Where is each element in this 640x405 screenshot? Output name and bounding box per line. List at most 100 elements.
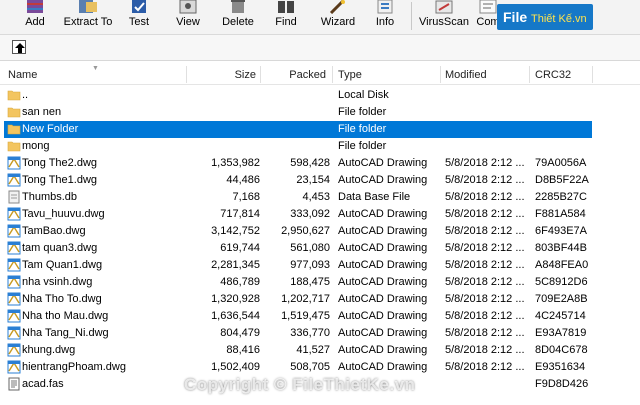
- test-button[interactable]: Test: [120, 0, 158, 34]
- file-crc32: 6F493E7A: [535, 225, 587, 237]
- file-size: 1,502,409: [211, 361, 260, 373]
- autocad-file-icon: [7, 343, 21, 357]
- view-button[interactable]: View: [168, 0, 208, 34]
- file-type: File folder: [338, 140, 387, 152]
- address-bar: [0, 35, 640, 61]
- file-row[interactable]: New Folder File folder: [4, 121, 592, 138]
- test-label: Test: [128, 16, 150, 28]
- autocad-file-icon: [7, 173, 21, 187]
- file-crc32: 803BF44B: [535, 242, 587, 254]
- find-button[interactable]: Find: [266, 0, 306, 34]
- column-header-name[interactable]: Name: [8, 64, 186, 84]
- file-type: AutoCAD Drawing: [338, 259, 428, 271]
- file-name: Nha Tang_Ni.dwg: [22, 327, 109, 339]
- up-folder-button[interactable]: [12, 40, 26, 54]
- virusscan-button[interactable]: VirusScan: [418, 0, 470, 34]
- file-row[interactable]: TamBao.dwg 3,142,752 2,950,627 AutoCAD Draw…: [4, 223, 592, 240]
- file-row[interactable]: nha vsinh.dwg 486,789 188,475 AutoCAD Drawi…: [4, 274, 592, 291]
- column-header-packed[interactable]: Packed: [260, 64, 326, 84]
- file-modified: 5/8/2018 2:12 ...: [445, 157, 525, 169]
- file-row[interactable]: Nha tho Mau.dwg 1,636,544 1,519,475 AutoCAD…: [4, 308, 592, 325]
- file-size: [190, 121, 260, 138]
- file-size: 619,744: [220, 242, 260, 254]
- add-label: Add: [25, 16, 45, 28]
- file-name: Tam Quan1.dwg: [22, 259, 103, 271]
- file-modified: [445, 104, 529, 121]
- file-modified: 5/8/2018 2:12 ...: [445, 344, 525, 356]
- file-row[interactable]: san nen File folder: [4, 104, 592, 121]
- file-size: 1,320,928: [211, 293, 260, 305]
- file-crc32: 5C8912D6: [535, 276, 588, 288]
- column-divider: [529, 66, 530, 83]
- file-packed-size: 41,527: [296, 344, 330, 356]
- file-crc32: A848FEA0: [535, 259, 589, 271]
- file-modified: 5/8/2018 2:12 ...: [445, 259, 525, 271]
- file-name: khung.dwg: [22, 344, 76, 356]
- file-type: File folder: [338, 106, 387, 118]
- file-row[interactable]: Tam Quan1.dwg 2,281,345 977,093 AutoCAD Dra…: [4, 257, 592, 274]
- file-modified: [445, 138, 529, 155]
- site-brand-logo: File Thiết Kế.vn: [497, 4, 593, 30]
- file-name: mong: [22, 140, 50, 152]
- column-divider: [440, 66, 441, 83]
- extract-to-button[interactable]: Extract To: [60, 0, 116, 34]
- file-type: AutoCAD Drawing: [338, 225, 428, 237]
- info-button[interactable]: Info: [368, 0, 402, 34]
- file-row[interactable]: khung.dwg 88,416 41,527 AutoCAD Drawing 5/8/…: [4, 342, 592, 359]
- file-row[interactable]: mong File folder: [4, 138, 592, 155]
- file-row[interactable]: Tong The1.dwg 44,486 23,154 AutoCAD Drawing…: [4, 172, 592, 189]
- file-size: 88,416: [226, 344, 260, 356]
- file-crc32: [535, 104, 593, 121]
- file-type: Local Disk: [338, 89, 389, 101]
- file-row[interactable]: Nha Tho To.dwg 1,320,928 1,202,717 AutoCAD …: [4, 291, 592, 308]
- wizard-label: Wizard: [320, 16, 356, 28]
- file-name: Nha tho Mau.dwg: [22, 310, 109, 322]
- file-crc32: F9D8D426: [535, 378, 589, 390]
- autocad-file-icon: [7, 275, 21, 289]
- file-name: Nha Tho To.dwg: [22, 293, 102, 305]
- file-size: [190, 138, 260, 155]
- wizard-icon: [329, 0, 345, 14]
- file-size: [190, 104, 260, 121]
- autocad-file-icon: [7, 156, 21, 170]
- file-type: File folder: [338, 123, 387, 135]
- find-icon: [278, 1, 294, 13]
- file-name: san nen: [22, 106, 62, 118]
- file-row[interactable]: Thumbs.db 7,168 4,453 Data Base File 5/8/201…: [4, 189, 592, 206]
- file-modified: 5/8/2018 2:12 ...: [445, 361, 525, 373]
- file-row[interactable]: Tavu_huuvu.dwg 717,814 333,092 AutoCAD Draw…: [4, 206, 592, 223]
- file-modified: 5/8/2018 2:12 ...: [445, 310, 525, 322]
- view-label: View: [176, 16, 200, 28]
- file-row[interactable]: hientrangPhoam.dwg 1,502,409 508,705 AutoCA…: [4, 359, 592, 376]
- add-archive-icon: [27, 0, 43, 13]
- file-packed-size: 508,705: [290, 361, 330, 373]
- file-size: 7,168: [232, 191, 260, 203]
- file-row[interactable]: .. Local Disk: [4, 87, 592, 104]
- column-header-type[interactable]: Type: [338, 64, 438, 84]
- file-packed-size: 336,770: [290, 327, 330, 339]
- autocad-file-icon: [7, 241, 21, 255]
- file-row[interactable]: Nha Tang_Ni.dwg 804,479 336,770 AutoCAD Dra…: [4, 325, 592, 342]
- column-header-crc32[interactable]: CRC32: [535, 64, 591, 84]
- file-crc32: [535, 87, 593, 104]
- delete-button[interactable]: Delete: [216, 0, 260, 34]
- folder-icon: [7, 88, 21, 102]
- file-modified: [445, 376, 529, 393]
- fas-file-icon: [7, 377, 21, 391]
- file-name: acad.fas: [22, 378, 64, 390]
- file-packed-size: 188,475: [290, 276, 330, 288]
- file-row[interactable]: Tong The2.dwg 1,353,982 598,428 AutoCAD Dra…: [4, 155, 592, 172]
- autocad-file-icon: [7, 224, 21, 238]
- file-modified: 5/8/2018 2:12 ...: [445, 208, 525, 220]
- autocad-file-icon: [7, 292, 21, 306]
- wizard-button[interactable]: Wizard: [316, 0, 360, 34]
- extract-to-label: Extract To: [63, 16, 113, 28]
- file-size: [190, 87, 260, 104]
- add-button[interactable]: Add: [14, 0, 56, 34]
- file-row[interactable]: tam quan3.dwg 619,744 561,080 AutoCAD Drawi…: [4, 240, 592, 257]
- column-header-modified[interactable]: Modified: [445, 64, 529, 84]
- file-crc32: 79A0056A: [535, 157, 587, 169]
- brand-sub: Thiết Kế.vn: [531, 13, 587, 25]
- column-header-size[interactable]: Size: [186, 64, 256, 84]
- file-type: AutoCAD Drawing: [338, 361, 428, 373]
